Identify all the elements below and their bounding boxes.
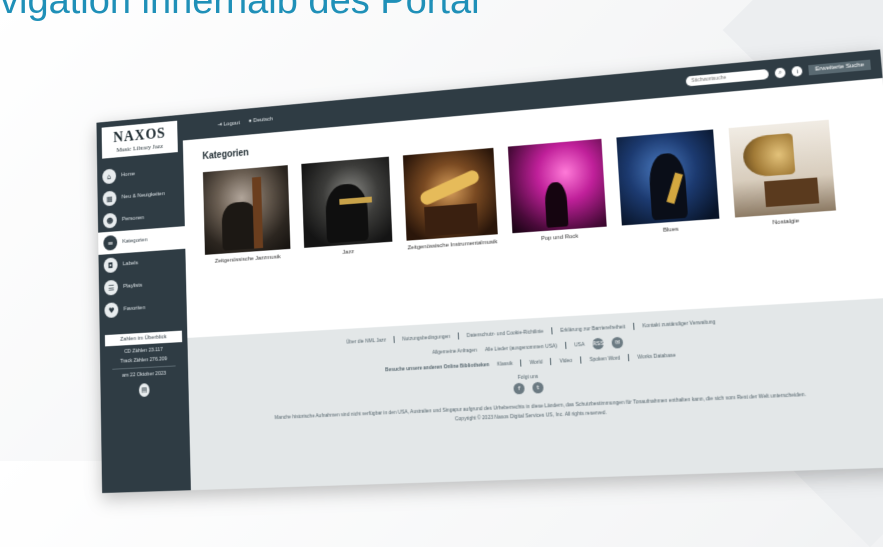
advanced-search-button[interactable]: Erweiterte Suche	[808, 59, 871, 76]
search-input[interactable]	[685, 68, 770, 87]
footer-link[interactable]: Kontakt zuständiger Verwaltung	[642, 319, 715, 329]
sidebar-item-label: Favoriten	[123, 305, 146, 313]
screenshot-stage: NAXOS Music Library Jazz ⌂ Home ▦ Neu & …	[62, 0, 883, 500]
category-label: Nostalgie	[772, 218, 800, 227]
sidebar-item-label: Labels	[122, 260, 139, 268]
language-label: Deutsch	[253, 116, 274, 124]
library-link[interactable]: World	[529, 359, 542, 366]
footer-link[interactable]: Datenschutz- und Cookie-Richtlinie	[467, 328, 544, 338]
language-selector[interactable]: ● Deutsch	[249, 117, 274, 125]
info-icon[interactable]: i	[791, 65, 803, 77]
stats-date: am 22 Oktober 2023	[121, 370, 167, 379]
sidebar-item-label: Neu & Neuigkeiten	[121, 191, 165, 201]
sidebar-item-label: Personen	[121, 215, 145, 223]
categories-icon: ≡	[103, 234, 118, 251]
page-title: Kategorien	[202, 147, 249, 162]
library-link[interactable]: Spoken Word	[589, 355, 620, 363]
rss-icon[interactable]: RSS	[592, 337, 605, 350]
category-image	[507, 138, 607, 234]
overview-button[interactable]: Zahlen im Überblick	[104, 330, 183, 347]
sidebar-item-favorites[interactable]: ♥ Favoriten	[99, 294, 187, 322]
logout-icon: ⇥	[217, 121, 223, 128]
cd-count: CD Zählen 23.117	[124, 346, 163, 355]
category-label: Pop und Rock	[540, 233, 579, 243]
track-count: Track Zählen 276.209	[120, 356, 168, 365]
logout-link[interactable]: ⇥ Logout	[217, 119, 240, 128]
footer-link[interactable]: USA	[574, 341, 585, 348]
document-icon[interactable]: ▤	[138, 383, 150, 398]
visit-label: Besuche unsere anderen Online Bibliothek…	[385, 361, 490, 373]
footer-link[interactable]: Nutzungsbedingungen	[402, 333, 450, 342]
slide-title: vigation innerhalb des Portal	[0, 0, 480, 22]
category-image	[402, 147, 498, 241]
sidebar-item-label: Home	[121, 171, 135, 179]
footer-link[interactable]: Allgemeine Anfragen	[432, 347, 477, 355]
category-card[interactable]: Pop und Rock	[507, 138, 608, 246]
footer-link[interactable]: Erklärung zur Barrierefreiheit	[560, 324, 625, 334]
footer-link[interactable]: Über die NML Jazz	[346, 337, 386, 345]
chat-icon[interactable]: ✉	[611, 336, 624, 349]
library-link[interactable]: Video	[559, 357, 572, 364]
category-label: Zeitgenössische Instrumentalmusik	[407, 239, 498, 252]
category-card[interactable]: Zeitgenössische Jazzmusik	[202, 165, 291, 266]
category-card[interactable]: Zeitgenössische Instrumentalmusik	[402, 147, 498, 253]
twitter-icon[interactable]: t	[532, 381, 544, 394]
category-image	[301, 156, 393, 248]
calendar-icon: ▦	[102, 190, 117, 207]
category-label: Zeitgenössische Jazzmusik	[214, 254, 281, 265]
sidebar: NAXOS Music Library Jazz ⌂ Home ▦ Neu & …	[96, 114, 191, 494]
category-grid: Zeitgenössische Jazzmusik Jazz Zeitgenös…	[202, 119, 837, 267]
category-image	[616, 129, 720, 226]
category-card[interactable]: Jazz	[301, 156, 393, 260]
home-icon: ⌂	[102, 168, 117, 185]
library-link[interactable]: Works Database	[637, 352, 676, 360]
category-card[interactable]: Blues	[616, 129, 720, 237]
globe-icon: ●	[248, 118, 252, 125]
sidebar-item-label: Playlists	[123, 282, 143, 290]
logout-label: Logout	[223, 120, 240, 128]
sidebar-item-label: Kategorien	[122, 237, 148, 245]
category-label: Blues	[662, 226, 679, 234]
footer-link[interactable]: Alle Lieder (ausgenommen USA)	[485, 343, 558, 353]
category-image	[202, 165, 291, 255]
browser-window: NAXOS Music Library Jazz ⌂ Home ▦ Neu & …	[96, 49, 883, 494]
playlist-icon: ☰	[104, 279, 119, 296]
people-icon: ☻	[102, 212, 117, 229]
facebook-icon[interactable]: f	[513, 382, 525, 395]
logo[interactable]: NAXOS Music Library Jazz	[101, 120, 178, 159]
category-image	[728, 119, 837, 218]
heart-icon: ♥	[104, 302, 119, 319]
label-icon: ◘	[103, 257, 118, 274]
divider	[112, 365, 176, 370]
search-icon[interactable]: ⌕	[774, 67, 787, 79]
category-label: Jazz	[342, 249, 355, 256]
library-link[interactable]: Klassik	[497, 360, 513, 367]
category-card[interactable]: Nostalgie	[728, 119, 837, 230]
